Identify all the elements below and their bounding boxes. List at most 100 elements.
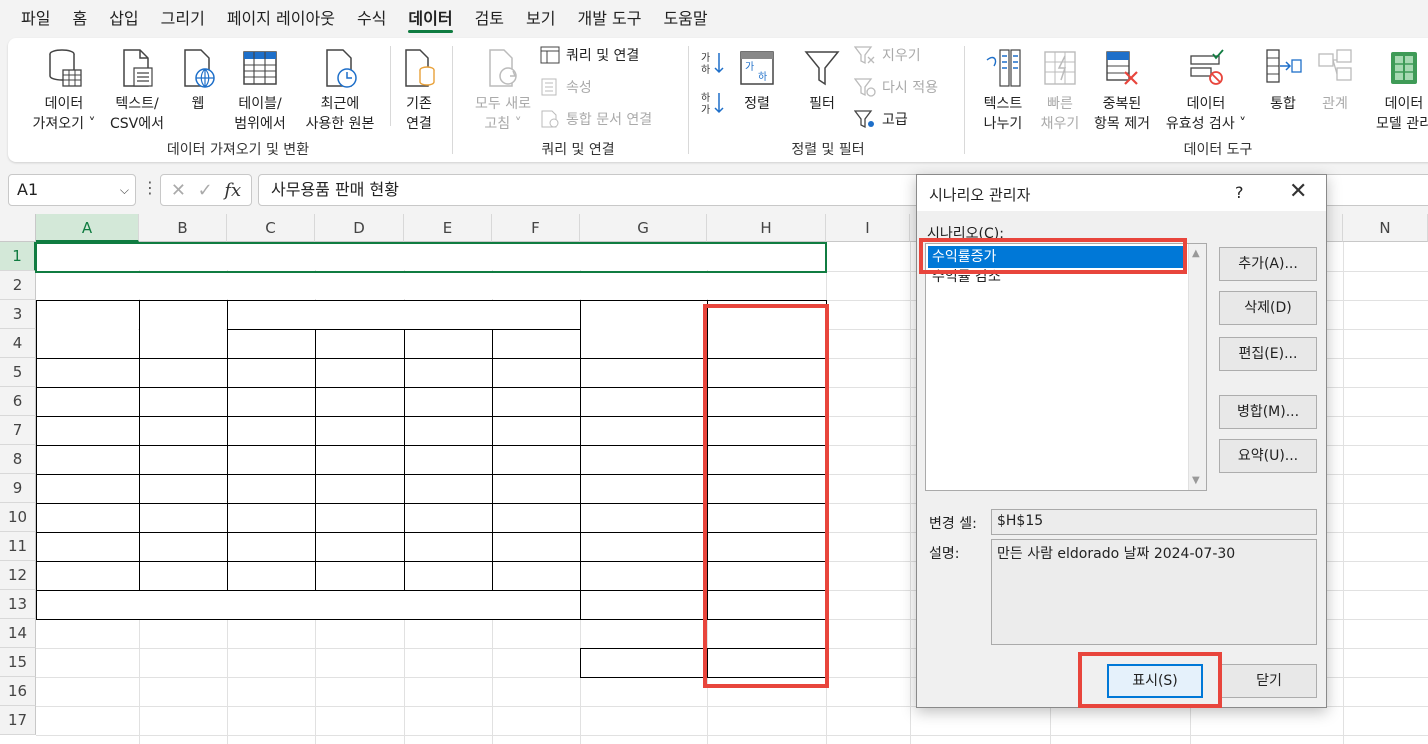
- row-header[interactable]: 13: [0, 590, 36, 619]
- table-cell[interactable]: [581, 475, 706, 503]
- close-button[interactable]: 닫기: [1221, 664, 1317, 698]
- insert-function-icon[interactable]: fx: [224, 180, 241, 201]
- menu-tab[interactable]: 그리기: [150, 0, 216, 38]
- row-header[interactable]: 7: [0, 416, 36, 445]
- add-button[interactable]: 추가(A)...: [1219, 247, 1317, 281]
- close-icon[interactable]: ✕: [1289, 179, 1307, 204]
- table-cell[interactable]: [493, 359, 579, 387]
- row-header[interactable]: 9: [0, 474, 36, 503]
- table-cell[interactable]: [405, 359, 491, 387]
- web-button[interactable]: 웹: [174, 46, 222, 114]
- row-header[interactable]: 11: [0, 532, 36, 561]
- table-cell[interactable]: [316, 475, 403, 503]
- table-cell[interactable]: [228, 562, 314, 590]
- menu-tab[interactable]: 수식: [346, 0, 397, 38]
- menu-tab[interactable]: 도움말: [652, 0, 718, 38]
- header-quarter[interactable]: [493, 330, 579, 358]
- header-item[interactable]: [37, 301, 138, 358]
- table-cell[interactable]: [405, 475, 491, 503]
- data-validation-button[interactable]: 데이터 유효성 검사 ˅: [1156, 46, 1256, 134]
- table-cell[interactable]: [228, 359, 314, 387]
- table-cell[interactable]: [581, 504, 706, 532]
- table-cell[interactable]: [581, 533, 706, 561]
- table-cell[interactable]: [316, 562, 403, 590]
- table-cell[interactable]: [140, 504, 226, 532]
- menu-tab[interactable]: 홈: [61, 0, 98, 38]
- table-cell[interactable]: [493, 446, 579, 474]
- table-cell[interactable]: [493, 504, 579, 532]
- consolidate-button[interactable]: 통합: [1258, 46, 1308, 114]
- row-header[interactable]: 1: [0, 242, 36, 271]
- table-cell[interactable]: [140, 359, 226, 387]
- column-header[interactable]: F: [492, 214, 580, 242]
- table-cell[interactable]: [493, 417, 579, 445]
- header-quarter[interactable]: [228, 330, 314, 358]
- name-box[interactable]: A1 ⌵: [8, 174, 136, 206]
- header-total[interactable]: [581, 301, 706, 358]
- table-cell[interactable]: [493, 533, 579, 561]
- table-cell[interactable]: [405, 388, 491, 416]
- table-cell[interactable]: [140, 562, 226, 590]
- table-cell[interactable]: [316, 388, 403, 416]
- table-cell[interactable]: [140, 417, 226, 445]
- table-row-label[interactable]: [37, 504, 138, 532]
- row-header[interactable]: 3: [0, 300, 36, 329]
- column-header[interactable]: N: [1343, 214, 1428, 242]
- header-quarter[interactable]: [316, 330, 403, 358]
- table-cell[interactable]: [140, 533, 226, 561]
- data-model-button[interactable]: 데이터 모델 관리: [1364, 46, 1428, 134]
- column-header[interactable]: A: [36, 214, 139, 242]
- sort-button[interactable]: 가하 정렬: [732, 46, 782, 114]
- column-header[interactable]: C: [227, 214, 315, 242]
- table-cell[interactable]: [316, 359, 403, 387]
- table-row-label[interactable]: [37, 475, 138, 503]
- table-cell[interactable]: [405, 446, 491, 474]
- reapply-button[interactable]: 다시 적용: [854, 76, 938, 98]
- properties-button[interactable]: 속성: [540, 76, 592, 98]
- menu-tab[interactable]: 보기: [515, 0, 566, 38]
- table-row-label[interactable]: [37, 562, 138, 590]
- column-header[interactable]: I: [826, 214, 910, 242]
- edit-links-button[interactable]: 통합 문서 연결: [540, 108, 652, 130]
- edit-button[interactable]: 편집(E)...: [1219, 337, 1317, 371]
- remove-duplicates-button[interactable]: 중복된 항목 제거: [1084, 46, 1160, 134]
- text-to-columns-button[interactable]: 텍스트 나누기: [972, 46, 1034, 134]
- sum-total[interactable]: [581, 591, 706, 619]
- header-quarter[interactable]: [405, 330, 491, 358]
- menu-tab[interactable]: 검토: [464, 0, 515, 38]
- chevron-down-icon[interactable]: ⌵: [120, 175, 129, 205]
- help-icon[interactable]: ?: [1235, 183, 1244, 202]
- recent-sources-button[interactable]: 최근에 사용한 원본: [292, 46, 388, 134]
- scenario-list[interactable]: 수익률증가 수익률 감소 ▲ ▼: [925, 243, 1207, 491]
- row-header[interactable]: 14: [0, 619, 36, 648]
- menu-tab[interactable]: 데이터: [397, 0, 463, 38]
- select-all-corner[interactable]: [0, 214, 36, 242]
- table-cell[interactable]: [405, 533, 491, 561]
- menu-tab[interactable]: 파일: [10, 0, 61, 38]
- row-header[interactable]: 10: [0, 503, 36, 532]
- table-cell[interactable]: [493, 562, 579, 590]
- table-cell[interactable]: [316, 533, 403, 561]
- table-row-label[interactable]: [37, 388, 138, 416]
- row-header[interactable]: 5: [0, 358, 36, 387]
- more-options-icon[interactable]: ⋮: [142, 178, 158, 197]
- table-cell[interactable]: [493, 388, 579, 416]
- sort-asc-button[interactable]: 가하: [700, 52, 724, 76]
- menu-tab[interactable]: 페이지 레이아웃: [216, 0, 346, 38]
- row-header[interactable]: 17: [0, 706, 36, 735]
- relationships-button[interactable]: 관계: [1310, 46, 1360, 114]
- rate-label[interactable]: [581, 649, 706, 677]
- table-cell[interactable]: [228, 533, 314, 561]
- table-cell[interactable]: [228, 446, 314, 474]
- table-cell[interactable]: [405, 562, 491, 590]
- row-header[interactable]: 6: [0, 387, 36, 416]
- table-cell[interactable]: [228, 504, 314, 532]
- table-row-label[interactable]: [37, 446, 138, 474]
- summary-button[interactable]: 요약(U)...: [1219, 439, 1317, 473]
- existing-connections-button[interactable]: 기존 연결: [394, 46, 444, 134]
- cancel-icon[interactable]: ✕: [171, 180, 186, 201]
- row-header[interactable]: 4: [0, 329, 36, 358]
- row-header[interactable]: 15: [0, 648, 36, 677]
- advanced-filter-button[interactable]: 고급: [854, 108, 908, 130]
- table-cell[interactable]: [581, 562, 706, 590]
